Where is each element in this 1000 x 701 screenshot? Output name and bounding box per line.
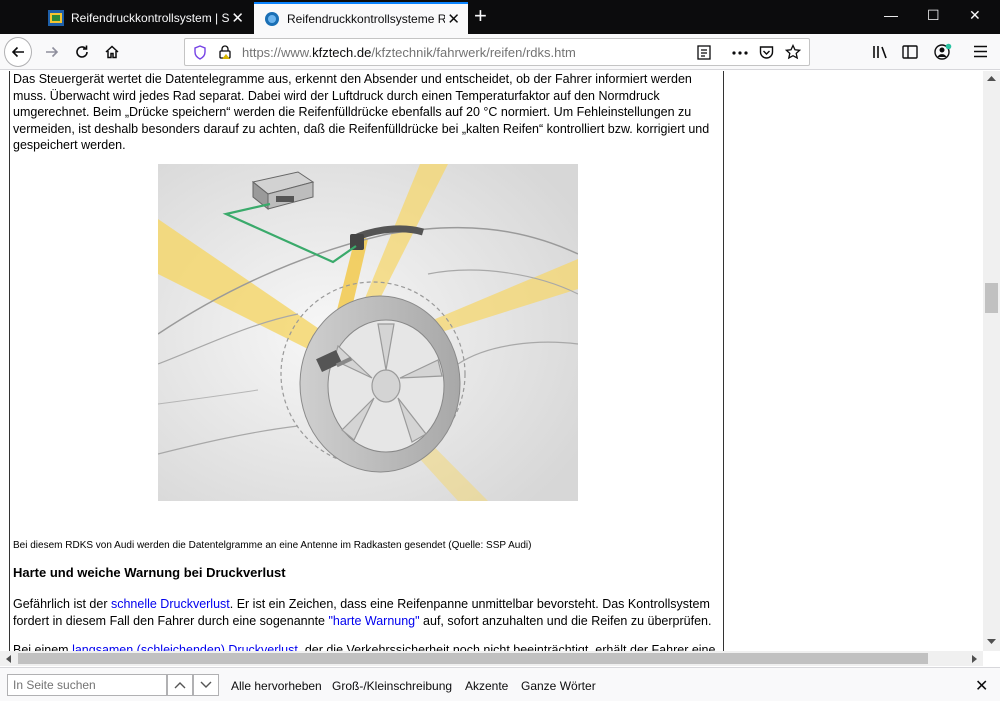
match-case-toggle[interactable]: Groß-/Kleinschreibung [332,679,452,693]
back-button[interactable] [4,37,32,67]
section-heading: Harte und weiche Warnung bei Druckverlus… [13,565,286,580]
warning-paragraph: Gefährlich ist der schnelle Druckverlust… [13,597,712,628]
intro-paragraph: Das Steuergerät wertet die Datentelegram… [13,72,710,152]
highlight-all-toggle[interactable]: Alle hervorheben [231,679,322,693]
close-window-button[interactable]: ✕ [969,7,981,24]
chevron-up-icon [174,682,186,689]
find-input[interactable] [7,674,167,696]
home-icon [105,45,119,59]
scroll-right-arrow-icon[interactable] [972,655,978,663]
reader-view-icon[interactable] [697,45,711,60]
sidebar-toggle-icon[interactable] [902,44,918,60]
tab-close-icon[interactable]: ✕ [231,11,244,26]
forward-arrow-icon [46,46,59,58]
account-icon[interactable] [934,43,952,61]
close-findbar-icon[interactable]: ✕ [975,676,988,696]
whole-words-toggle[interactable]: Ganze Wörter [521,679,596,693]
page-actions-more-icon[interactable] [732,51,748,55]
link-schneller-druckverlust[interactable]: schnelle Druckverlust [111,597,230,611]
reload-button[interactable] [68,38,96,66]
find-in-page-bar: Alle hervorheben Groß-/Kleinschreibung A… [0,667,1000,701]
site-favicon-icon [265,12,279,26]
tab-reifendruckkontrollsystem[interactable]: Reifendruckkontrollsystem | Se ✕ [38,2,252,34]
tracking-protection-shield-icon[interactable] [193,45,207,60]
find-next-button[interactable] [193,674,219,696]
insecure-lock-icon[interactable] [217,44,233,60]
library-icon[interactable] [872,44,889,60]
hamburger-menu-icon[interactable] [973,45,988,58]
link-harte-warnung[interactable]: "harte Warnung" [328,614,419,628]
tab-reifendruckkontrollsysteme-rdks[interactable]: Reifendruckkontrollsysteme RD ✕ [254,2,468,34]
minimize-button[interactable]: — [884,7,898,23]
tab-strip: Reifendruckkontrollsystem | Se ✕ Reifend… [0,0,1000,34]
tab-title: Reifendruckkontrollsysteme RD [287,12,445,26]
vertical-scrollbar[interactable] [983,71,1000,651]
home-button[interactable] [98,38,126,66]
reload-icon [76,45,88,58]
slow-loss-paragraph: Bei einem langsamen (schleichenden) Druc… [13,642,718,651]
tab-title: Reifendruckkontrollsystem | Se [71,11,229,25]
forward-button[interactable] [38,38,66,66]
horizontal-scroll-thumb[interactable] [18,653,928,664]
bookmark-star-icon[interactable] [785,44,801,60]
url-text: https://www.kfztech.de/kfztechnik/fahrwe… [242,45,576,60]
match-diacritics-toggle[interactable]: Akzente [465,679,508,693]
rdks-audi-figure [157,164,579,501]
scroll-left-arrow-icon[interactable] [5,655,11,663]
new-tab-button[interactable]: + [474,5,487,27]
scroll-up-arrow-icon[interactable] [987,75,996,81]
link-langsamer-druckverlust[interactable]: langsamen (schleichenden) Druckverlust [72,643,298,651]
article-column: Das Steuergerät wertet die Datentelegram… [9,71,724,651]
pocket-icon[interactable] [759,45,774,60]
maximize-button[interactable]: ☐ [927,7,940,24]
site-favicon-icon [48,10,64,26]
horizontal-scrollbar[interactable] [0,651,983,666]
back-arrow-icon [11,46,24,58]
page-content: Das Steuergerät wertet die Datentelegram… [0,71,1000,651]
navigation-toolbar: https://www.kfztech.de/kfztechnik/fahrwe… [0,34,1000,70]
scroll-down-arrow-icon[interactable] [987,639,996,645]
vertical-scroll-thumb[interactable] [985,283,998,313]
chevron-down-icon [200,681,212,688]
figure-caption: Bei diesem RDKS von Audi werden die Date… [13,540,532,551]
tab-close-icon[interactable]: ✕ [447,12,460,27]
rdks-illustration [157,164,579,501]
address-bar[interactable]: https://www.kfztech.de/kfztechnik/fahrwe… [184,38,810,66]
find-previous-button[interactable] [167,674,193,696]
